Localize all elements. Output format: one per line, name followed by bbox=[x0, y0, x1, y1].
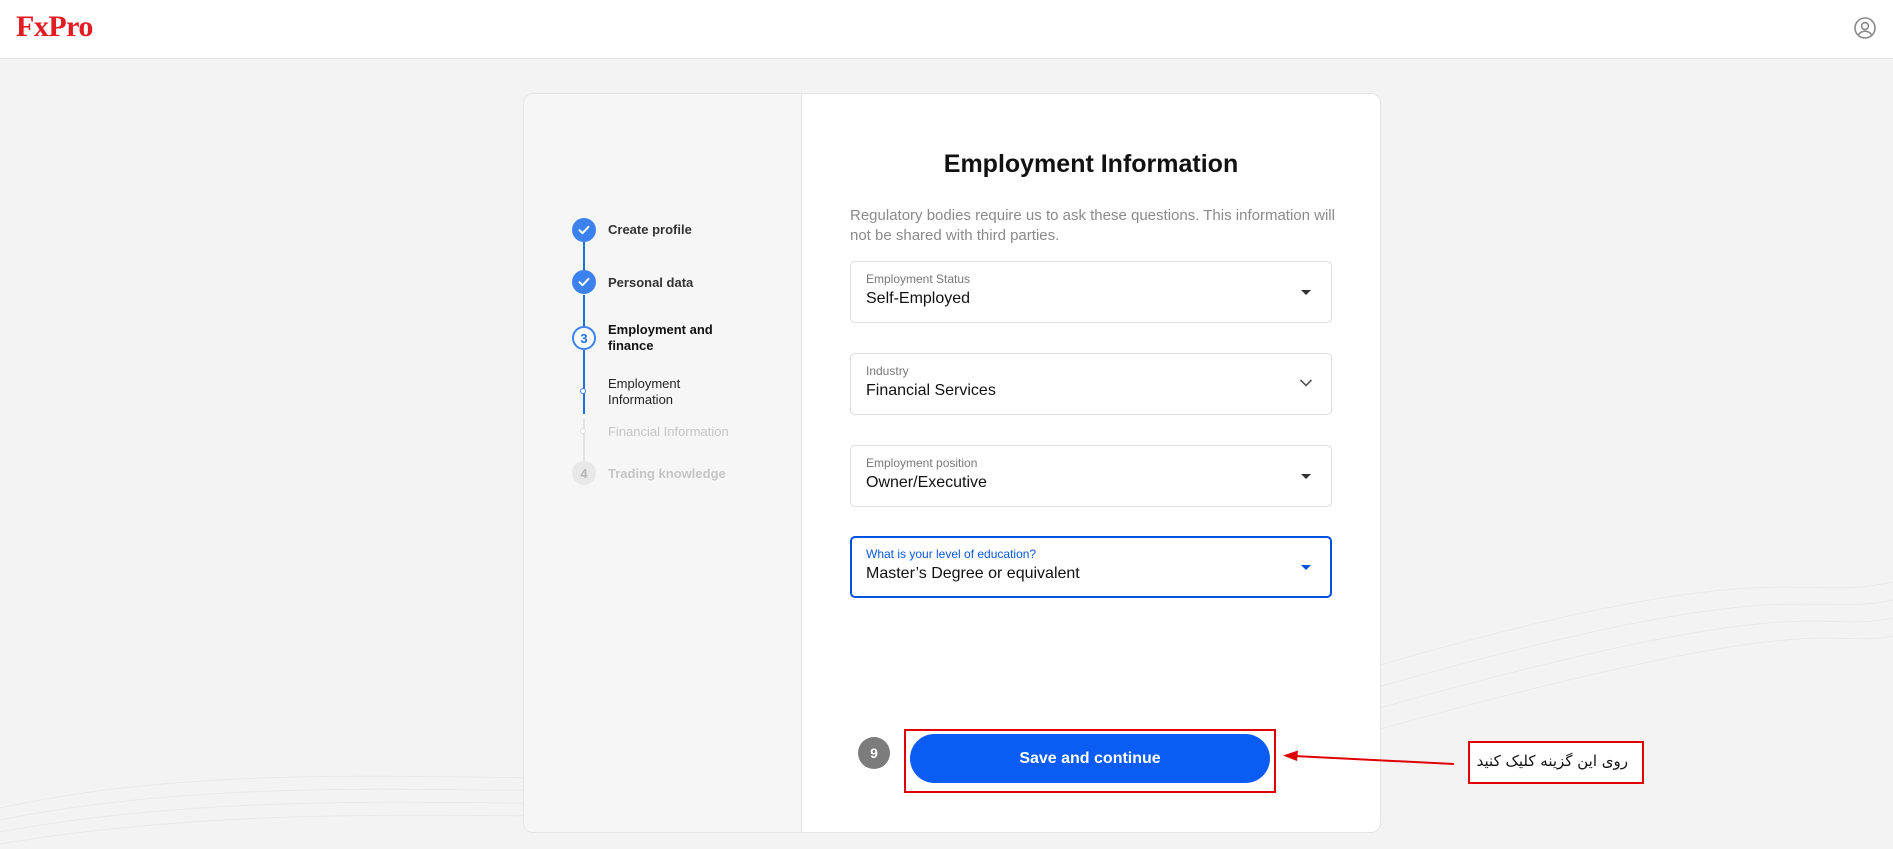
dropdown-caret-icon bbox=[1301, 474, 1311, 479]
education-level-select[interactable]: What is your level of education? Master’… bbox=[850, 536, 1332, 598]
employment-status-select[interactable]: Employment Status Self-Employed bbox=[850, 261, 1332, 323]
step-connector bbox=[583, 350, 585, 414]
step-personal-data[interactable]: Personal data bbox=[608, 275, 738, 291]
step-complete-check-icon bbox=[572, 218, 596, 242]
employment-position-select[interactable]: Employment position Owner/Executive bbox=[850, 445, 1332, 507]
step-trading-knowledge: Trading knowledge bbox=[608, 466, 726, 481]
annotation-arrow-icon bbox=[1283, 750, 1455, 765]
field-value: Master’s Degree or equivalent bbox=[866, 565, 1080, 582]
field-value: Self-Employed bbox=[866, 290, 971, 307]
annotation-callout: روی این گزینه کلیک کنید bbox=[1468, 741, 1644, 784]
substep-dot-current bbox=[580, 388, 586, 394]
progress-stepper: Create profile Personal data 3 Employmen… bbox=[524, 94, 801, 832]
step-connector bbox=[583, 295, 585, 330]
page-title: Employment Information bbox=[943, 150, 1239, 178]
substep-financial-information: Financial Information bbox=[608, 424, 729, 439]
fxpro-logo[interactable]: FxPro bbox=[16, 10, 93, 44]
dropdown-caret-icon bbox=[1301, 565, 1311, 570]
dropdown-caret-icon bbox=[1301, 290, 1311, 295]
field-label: Employment position bbox=[866, 456, 978, 470]
step-number-current: 3 bbox=[572, 326, 596, 350]
step-employment-and-finance: Employment and finance bbox=[608, 322, 713, 353]
field-label: Employment Status bbox=[866, 272, 971, 286]
stepper-sidebar: Create profile Personal data 3 Employmen… bbox=[524, 94, 802, 832]
substep-employment-information: Employment Information bbox=[608, 376, 681, 407]
user-circle-icon[interactable] bbox=[1853, 16, 1877, 40]
form-panel: Employment Information Regulatory bodies… bbox=[802, 94, 1380, 832]
step-number-pending: 4 bbox=[572, 461, 596, 485]
step-complete-check-icon bbox=[572, 270, 596, 294]
field-label: Industry bbox=[866, 364, 909, 378]
top-bar: FxPro bbox=[0, 0, 1893, 59]
onboarding-card: Create profile Personal data 3 Employmen… bbox=[523, 93, 1381, 833]
annotation-highlight-box bbox=[904, 729, 1276, 793]
tutorial-step-badge: 9 bbox=[858, 737, 890, 769]
field-value: Owner/Executive bbox=[866, 474, 987, 491]
form-description: Regulatory bodies require us to ask thes… bbox=[850, 207, 1335, 244]
industry-select[interactable]: Industry Financial Services bbox=[850, 353, 1332, 415]
substep-dot-pending bbox=[580, 428, 586, 434]
chevron-down-icon bbox=[1299, 379, 1313, 387]
field-value: Financial Services bbox=[866, 382, 996, 399]
step-create-profile[interactable]: Create profile bbox=[608, 222, 738, 238]
field-label: What is your level of education? bbox=[866, 547, 1037, 561]
